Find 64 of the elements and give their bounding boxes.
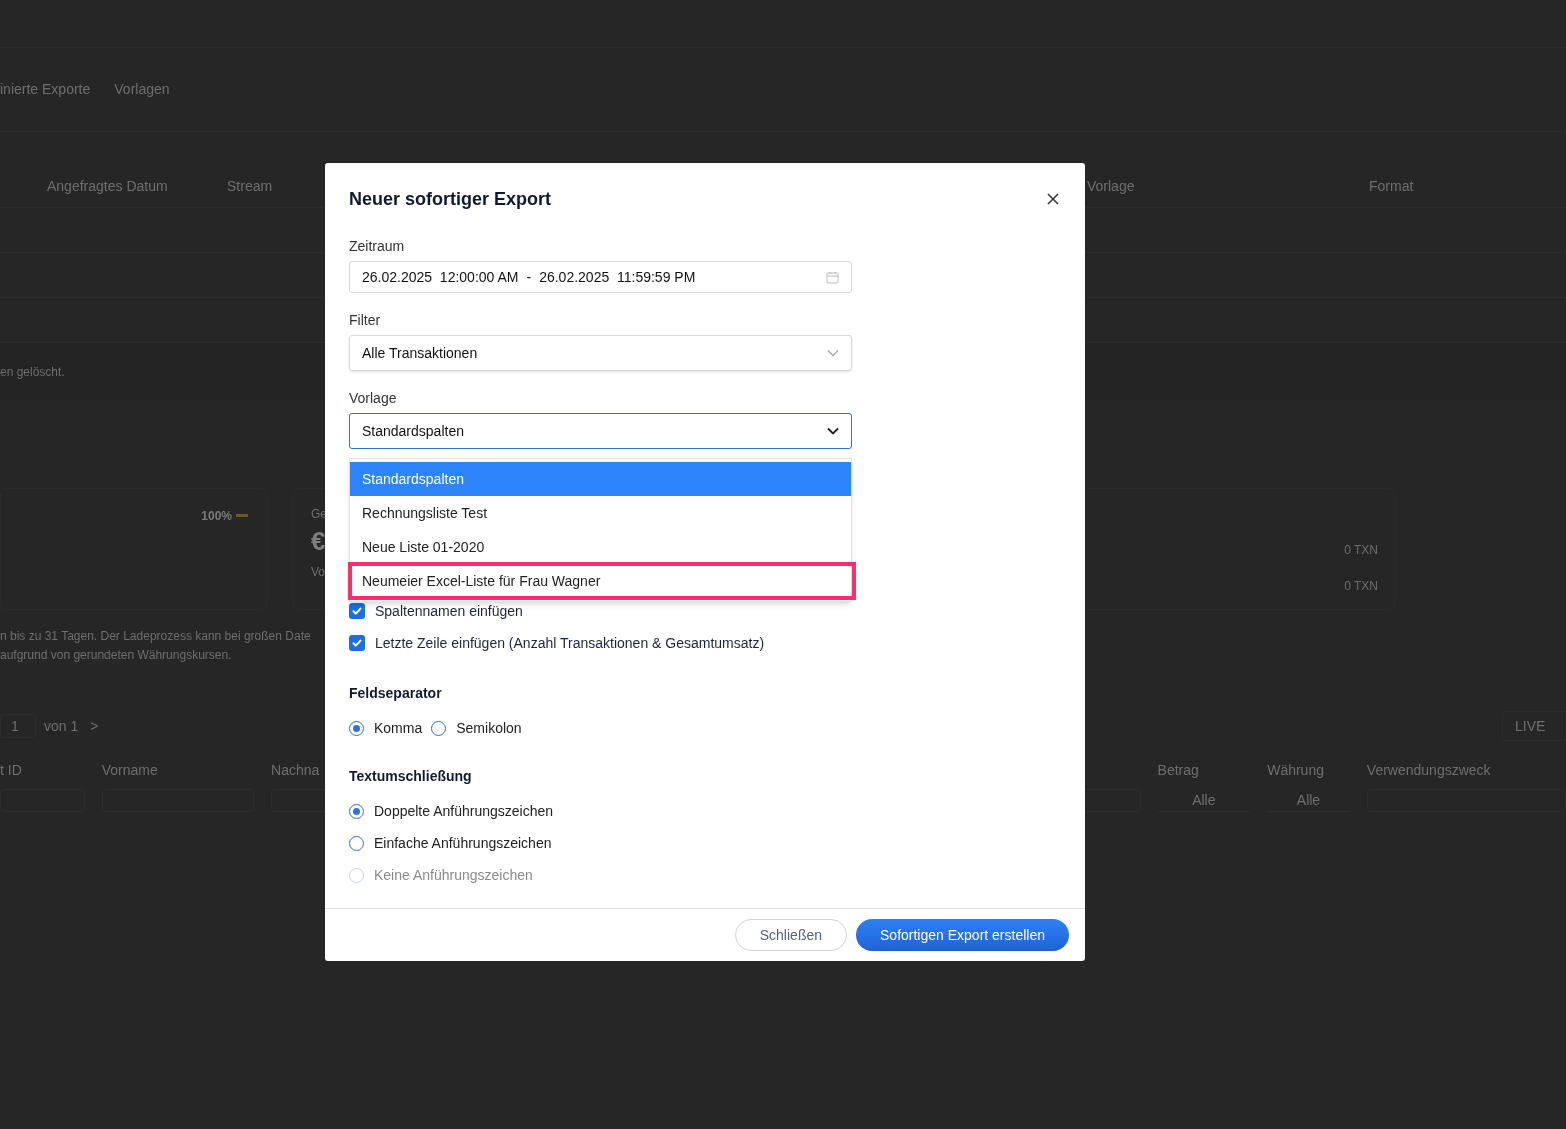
dialog-title: Neuer sofortiger Export — [349, 187, 552, 211]
radio-button[interactable] — [349, 835, 364, 851]
filter-label: Nachna — [271, 760, 320, 780]
section-title: Textumschließung — [349, 768, 473, 784]
filter-select[interactable]: Alle — [1157, 789, 1251, 812]
notice-text: en gelöscht. — [0, 363, 65, 381]
end-date: 26.02.2025 11:59:59 PM — [539, 267, 696, 287]
radio-label: Keine Anführungszeichen — [374, 865, 533, 885]
calendar-icon — [826, 270, 839, 284]
create-export-button[interactable]: Sofortigen Export erstellen — [856, 919, 1069, 951]
dropdown-option[interactable]: Neumeier Excel-Liste für Frau Wagner — [350, 564, 854, 598]
filter-label: Vorname — [101, 760, 158, 780]
dropdown-option[interactable]: Standardspalten — [350, 462, 851, 496]
chevron-down-icon — [827, 349, 839, 357]
filter-select[interactable]: Alle — [1267, 789, 1350, 812]
card-sublabel: Vo — [311, 564, 326, 581]
checkbox-label: Letzte Zeile einfügen (Anzahl Transaktionen & Gesamtumsatz) — [375, 633, 765, 653]
page-total: von 1 — [44, 716, 79, 736]
filter-label: Währung — [1267, 760, 1324, 780]
tab[interactable]: Vorlagen — [114, 79, 170, 100]
mode-badge[interactable]: LIVE — [1502, 711, 1566, 741]
close-button[interactable]: Schließen — [734, 919, 847, 951]
percent-text: 100% — [201, 508, 232, 525]
next-page-button[interactable]: > — [90, 715, 99, 737]
column-header: Format — [1369, 176, 1414, 196]
date-range-field[interactable]: 26.02.2025 12:00:00 AM - 26.02.2025 11:59:59 PM — [349, 261, 852, 293]
count-text: 0 TXN — [1344, 578, 1378, 595]
radio-label: Einfache Anführungszeichen — [374, 833, 552, 853]
tab[interactable]: inierte Exporte — [0, 79, 91, 100]
chevron-down-icon — [827, 427, 839, 435]
info-text: aufgrund von gerundeten Währungskursen. — [0, 647, 232, 663]
legend-dash-icon — [236, 514, 248, 517]
radio-button[interactable] — [349, 720, 364, 736]
column-header: Angefragtes Datum — [47, 176, 169, 196]
radio-button[interactable] — [431, 720, 447, 736]
dropdown-option[interactable]: Rechnungsliste Test — [350, 496, 851, 530]
start-date: 26.02.2025 12:00:00 AM — [362, 267, 519, 287]
filter-label: t ID — [0, 760, 22, 780]
field-label: Vorlage — [349, 390, 398, 406]
checkmark-icon — [351, 637, 363, 649]
section-title: Feldseparator — [349, 685, 443, 701]
checkmark-icon — [351, 605, 363, 617]
checkbox[interactable] — [349, 635, 365, 651]
filter-label: Verwendungszweck — [1366, 760, 1491, 780]
radio-button[interactable] — [349, 803, 364, 819]
checkbox-label: Spaltennamen einfügen — [375, 601, 523, 621]
column-header: Vorlage — [1086, 176, 1136, 196]
template-select[interactable]: Standardspalten — [349, 413, 852, 449]
radio-label: Komma — [374, 718, 423, 738]
radio-label: Doppelte Anführungszeichen — [374, 801, 554, 821]
filter-label: Betrag — [1157, 760, 1199, 780]
dropdown-option[interactable]: Neue Liste 01-2020 — [350, 530, 851, 564]
info-text: n bis zu 31 Tagen. Der Ladeprozess kann bei großen Date — [0, 628, 311, 644]
close-icon[interactable] — [1046, 192, 1060, 206]
filter-select[interactable]: Alle Transaktionen — [349, 335, 852, 371]
field-label: Zeitraum — [349, 238, 406, 254]
page-field[interactable]: 1 — [0, 714, 36, 738]
checkbox[interactable] — [349, 603, 365, 619]
radio-label: Semikolon — [456, 718, 522, 738]
card-value: € — [311, 525, 327, 558]
range-separator: - — [526, 267, 532, 287]
column-header: Stream — [227, 176, 274, 196]
field-label: Filter — [349, 312, 382, 328]
count-text: 0 TXN — [1344, 542, 1378, 559]
